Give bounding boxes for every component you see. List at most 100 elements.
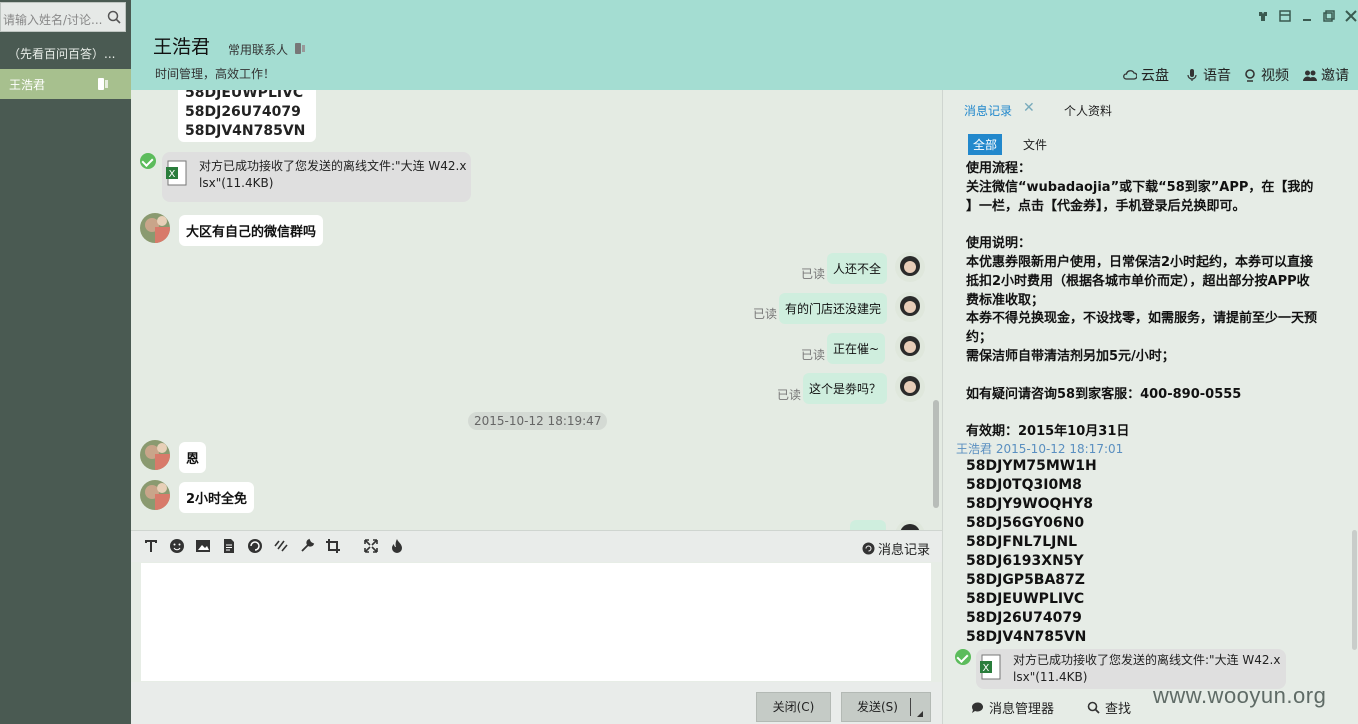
avatar-image bbox=[140, 440, 170, 470]
avatar[interactable] bbox=[895, 520, 925, 530]
voice-button[interactable]: 语音 bbox=[1185, 65, 1231, 85]
text-line: 使用说明： bbox=[966, 236, 1032, 252]
font-icon[interactable] bbox=[143, 538, 159, 554]
cloud-button[interactable]: 云盘 bbox=[1123, 65, 1169, 85]
svg-text:X: X bbox=[169, 169, 176, 180]
code-line: 58DJ26U74079 bbox=[185, 104, 301, 120]
video-icon bbox=[1245, 69, 1255, 82]
skin-icon[interactable] bbox=[1257, 10, 1269, 22]
avatar[interactable] bbox=[895, 292, 925, 322]
read-status: 已读 bbox=[753, 307, 778, 321]
svg-text:X: X bbox=[983, 663, 990, 674]
search-icon[interactable] bbox=[107, 10, 121, 24]
text-line bbox=[966, 404, 1346, 423]
invite-button[interactable]: 邀请 bbox=[1303, 65, 1349, 85]
message-manager-button[interactable]: 消息管理器 bbox=[971, 698, 1054, 717]
history-codes: 58DJYM75MW1H 58DJ0TQ3I0M8 58DJY9WOQHY8 5… bbox=[966, 457, 1097, 647]
avatar[interactable] bbox=[895, 252, 925, 282]
contact-item-selected[interactable]: 王浩君 bbox=[0, 69, 131, 99]
text-line: 本优惠券限新用户使用，日常保洁2小时起约，本券可以直接 bbox=[966, 254, 1314, 270]
screenshot-icon[interactable] bbox=[247, 538, 263, 554]
code-line: 58DJFNL7LJNL bbox=[966, 534, 1078, 550]
video-button[interactable]: 视频 bbox=[1243, 65, 1289, 85]
image-icon[interactable] bbox=[195, 538, 211, 554]
history-sender: 王浩君 2015-10-12 18:17:01 bbox=[956, 442, 1124, 456]
minimize-icon[interactable] bbox=[1301, 10, 1313, 22]
message-list[interactable]: 58DJEUWPLIVC 58DJ26U74079 58DJV4N785VN X… bbox=[131, 90, 942, 530]
text-line: 抵扣2小时费用（根据各城市单价而定），超出部分按APP收 bbox=[966, 273, 1310, 289]
search-input[interactable]: 请输入姓名/讨论... bbox=[0, 2, 126, 32]
tab-close-icon[interactable]: ✕ bbox=[1023, 100, 1035, 116]
code-line: 58DJEUWPLIVC bbox=[966, 591, 1085, 607]
chat-scrollbar[interactable] bbox=[933, 400, 939, 508]
excel-file-icon: X bbox=[980, 654, 1001, 680]
text-line: 】一栏，点击【代金券】，手机登录后兑换即可。 bbox=[966, 198, 1246, 214]
avatar-image bbox=[140, 480, 170, 510]
history-coupon-text: 使用流程： 关注微信“wubadaojia”或下载“58到家”APP，在【我的 … bbox=[966, 160, 1346, 442]
tab-history[interactable]: 消息记录 bbox=[964, 102, 1012, 119]
avatar[interactable] bbox=[895, 372, 925, 402]
avatar[interactable] bbox=[140, 440, 170, 470]
chat-bubble-icon bbox=[862, 542, 875, 555]
history-label: 消息记录 bbox=[877, 543, 930, 558]
avatar-image bbox=[895, 252, 925, 282]
cloud-icon bbox=[1123, 70, 1137, 80]
message-bubble: 有的门店还没建完 bbox=[779, 293, 888, 324]
avatar[interactable] bbox=[140, 213, 170, 243]
find-label: 查找 bbox=[1105, 702, 1132, 717]
shake-icon[interactable] bbox=[273, 538, 289, 554]
crop-icon[interactable] bbox=[325, 538, 341, 554]
code-line: 58DJYM75MW1H bbox=[966, 458, 1097, 474]
timestamp: 2015-10-12 18:19:47 bbox=[468, 412, 608, 430]
avatar-image bbox=[895, 520, 925, 530]
text-line: 关注微信“wubadaojia”或下载“58到家”APP，在【我的 bbox=[966, 179, 1314, 195]
send-button[interactable]: 发送(S) bbox=[841, 692, 931, 722]
text-line: 需保洁师自带清洁剂另加5元/小时； bbox=[966, 348, 1175, 364]
message-bubble-partial bbox=[850, 520, 886, 530]
code-line: 58DJEUWPLIVC bbox=[185, 90, 304, 101]
file-message[interactable]: X 对方已成功接收了您发送的离线文件:"大连 W42.x lsx"(11.4KB… bbox=[162, 152, 471, 202]
tab-profile[interactable]: 个人资料 bbox=[1064, 102, 1112, 119]
code-line: 58DJV4N785VN bbox=[966, 629, 1087, 645]
success-icon bbox=[955, 649, 971, 665]
file-size: lsx"(11.4KB) bbox=[199, 176, 274, 190]
maximize-icon[interactable] bbox=[1323, 10, 1335, 22]
success-icon bbox=[140, 153, 156, 169]
group-icon bbox=[1303, 70, 1317, 81]
text-line bbox=[966, 216, 1346, 235]
text-line: 使用流程： bbox=[966, 161, 1032, 176]
recent-item[interactable]: （先看百问百答）... bbox=[8, 45, 115, 62]
microphone-icon bbox=[1187, 69, 1197, 81]
avatar[interactable] bbox=[140, 480, 170, 510]
tools-icon[interactable] bbox=[299, 538, 315, 554]
history-scrollbar[interactable] bbox=[1352, 530, 1357, 650]
filter-all[interactable]: 全部 bbox=[968, 134, 1003, 155]
window-icon[interactable] bbox=[1279, 10, 1291, 22]
close-button[interactable]: 关闭(C) bbox=[756, 692, 831, 722]
watermark: www.wooyun.org bbox=[1153, 683, 1327, 708]
history-button[interactable]: 消息记录 bbox=[862, 539, 930, 558]
fullscreen-icon[interactable] bbox=[363, 538, 379, 554]
dropdown-icon[interactable] bbox=[917, 711, 923, 717]
voice-label: 语音 bbox=[1203, 68, 1231, 84]
code-line: 58DJ26U74079 bbox=[966, 610, 1082, 626]
contact-sidebar: 请输入姓名/讨论... （先看百问百答）... 王浩君 bbox=[0, 0, 131, 724]
chat-header: 王浩君 常用联系人 时间管理，高效工作！ 云盘 语音 视频 邀请 bbox=[131, 0, 1358, 90]
avatar-image bbox=[895, 332, 925, 362]
filter-file[interactable]: 文件 bbox=[1023, 136, 1047, 153]
avatar[interactable] bbox=[895, 332, 925, 362]
code-line: 58DJ6193XN5Y bbox=[966, 553, 1084, 569]
file-text: 对方已成功接收了您发送的离线文件:"大连 W42.x bbox=[1013, 653, 1281, 667]
phone-icon bbox=[295, 43, 305, 54]
contact-signature: 时间管理，高效工作！ bbox=[155, 67, 276, 81]
find-button[interactable]: 查找 bbox=[1087, 698, 1131, 717]
message-input[interactable] bbox=[141, 563, 931, 681]
document-icon[interactable] bbox=[221, 538, 237, 554]
file-text: 对方已成功接收了您发送的离线文件:"大连 W42.x bbox=[199, 159, 467, 173]
emoji-icon[interactable] bbox=[169, 538, 185, 554]
close-icon[interactable] bbox=[1345, 10, 1357, 22]
search-placeholder: 请输入姓名/讨论... bbox=[3, 13, 103, 27]
message-bubble: 大区有自己的微信群吗 bbox=[179, 215, 324, 246]
fire-icon[interactable] bbox=[389, 538, 405, 554]
divider bbox=[910, 698, 911, 716]
